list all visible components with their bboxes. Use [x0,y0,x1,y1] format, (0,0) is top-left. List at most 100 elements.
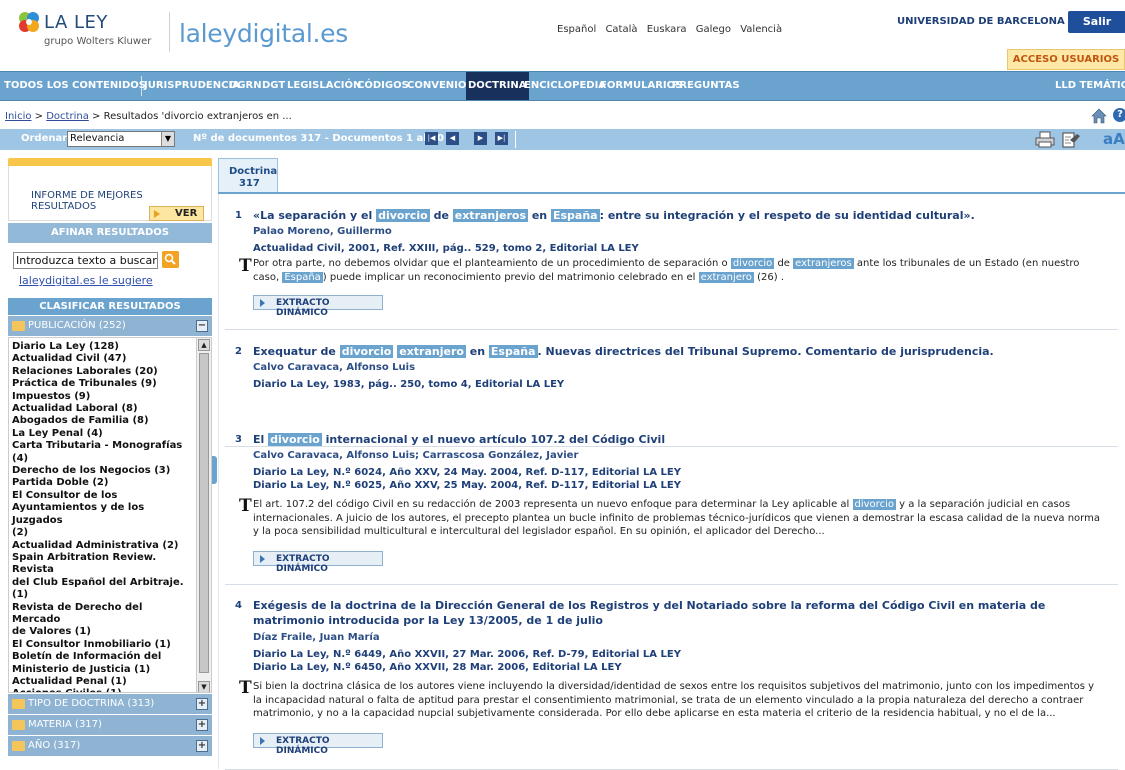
publication-item[interactable]: El Consultor Inmobiliario (1) [12,639,192,651]
result-source: Diario La Ley, N.º 6449, Año XXVII, 27 M… [253,649,681,660]
tab-doctrina[interactable]: Doctrina 317 [218,158,278,193]
logout-button[interactable]: Salir [1068,11,1125,33]
publication-item[interactable]: Actualidad Administrativa (2) [12,540,192,552]
publication-item[interactable]: Impuestos (9) [12,391,192,403]
publication-item[interactable]: Actualidad Laboral (8) [12,403,192,415]
home-icon[interactable] [1091,108,1107,124]
dynamic-extract-button[interactable]: EXTRACTO DINÁMICO [253,295,383,318]
publication-item[interactable]: Diario La Ley (128) [12,341,192,353]
nav-doctrina[interactable]: DOCTRINA [466,72,529,100]
nav-enciclopedia[interactable]: ENCICLOPEDIA [522,72,608,100]
publication-item[interactable]: (2) [12,527,192,539]
highlight-term: España [550,209,600,222]
publication-item[interactable]: Revista de Derecho del Mercado [12,602,192,627]
nav-todos[interactable]: TODOS LOS CONTENIDOS [2,72,148,100]
dynamic-extract-button[interactable]: EXTRACTO DINÁMICO [253,551,383,574]
scroll-down-icon[interactable]: ▼ [198,681,210,692]
publication-item[interactable]: Relaciones Laborales (20) [12,366,192,378]
dynamic-extract-button[interactable]: EXTRACTO DINÁMICO [253,733,383,756]
breadcrumb-sep: > [34,111,44,122]
nav-dgt[interactable]: DGT [260,72,287,100]
next-page-icon[interactable]: ▶ [474,132,487,145]
publication-item[interactable]: Actualidad Penal (1) [12,676,192,688]
sort-select[interactable]: Relevancia ▼ [67,131,175,147]
facet-publicacion[interactable]: PUBLICACIÓN (252) − [8,316,212,336]
publication-item[interactable]: Actualidad Civil (47) [12,353,192,365]
result-author[interactable]: Díaz Fraile, Juan María [253,632,380,643]
publication-scrollbar[interactable]: ▲ ▼ [196,338,211,692]
scroll-up-icon[interactable]: ▲ [198,339,210,351]
nav-dgrn[interactable]: DGRN [227,72,264,100]
text-size-icon[interactable]: aA [1103,130,1125,148]
lang-ca[interactable]: Català [605,24,637,35]
nav-convenios[interactable]: CONVENIOS [405,72,476,100]
publication-item[interactable]: Derecho de los Negocios (3) [12,465,192,477]
prev-page-icon[interactable]: ◀ [446,132,459,145]
snippet-text: ) puede implicar un reconocimiento previ… [322,271,699,283]
sidebar-collapse-handle[interactable] [212,456,217,484]
publication-item[interactable]: Boletín de Información del [12,651,192,663]
view-report-button[interactable]: VER [149,206,204,221]
expand-icon[interactable]: + [196,740,208,752]
sidebar: INFORME DE MEJORES RESULTADOS VER AFINAR… [8,158,212,769]
nav-codigos[interactable]: CÓDIGOS [355,72,411,100]
breadcrumb-doctrina[interactable]: Doctrina [46,111,89,122]
result-title[interactable]: «La separación y el divorcio de extranje… [253,208,1108,223]
publication-item[interactable]: Ayuntamientos y de los Juzgados [12,502,192,527]
refine-search-input[interactable]: Introduzca texto a buscar [13,252,158,269]
documents-info: Nº de documentos 317 - Documentos 1 al 1… [193,133,445,144]
facet-anio[interactable]: AÑO (317) + [8,736,212,756]
nav-legislacion[interactable]: LEGISLACIÓN [285,72,363,100]
collapse-icon[interactable]: − [196,320,208,332]
publication-item[interactable]: Práctica de Tribunales (9) [12,378,192,390]
breadcrumb-home[interactable]: Inicio [5,111,31,122]
publication-items: Diario La Ley (128) Actualidad Civil (47)… [12,341,192,692]
first-page-icon[interactable]: |◀ [425,132,438,145]
lang-gl[interactable]: Galego [696,24,731,35]
help-icon[interactable]: ? [1113,108,1125,122]
scroll-thumb[interactable] [199,353,209,673]
best-results-line2: RESULTADOS [31,201,97,212]
last-page-icon[interactable]: ▶| [495,132,508,145]
result-title[interactable]: Exégesis de la doctrina de la Dirección … [253,598,1108,628]
result-author[interactable]: Palao Moreno, Guillermo [253,226,392,237]
lang-es[interactable]: Español [557,24,596,35]
publication-item[interactable]: La Ley Penal (4) [12,428,192,440]
facet-materia[interactable]: MATERIA (317) + [8,715,212,735]
publication-item[interactable]: del Club Español del Arbitraje. (1) [12,577,192,602]
expand-icon[interactable]: + [196,719,208,731]
facet-tipo-label: TIPO DE DOCTRINA (313) [28,698,155,709]
publication-item[interactable]: El Consultor de los [12,490,192,502]
publication-item[interactable]: Abogados de Familia (8) [12,415,192,427]
publication-item[interactable]: de Valores (1) [12,626,192,638]
nav-preguntas[interactable]: PREGUNTAS [670,72,742,100]
publication-item[interactable]: Partida Doble (2) [12,477,192,489]
play-icon [154,210,160,218]
la-ley-logo[interactable]: LA LEY grupo Wolters Kluwer [18,9,151,51]
publication-item[interactable]: Spain Arbitration Review. Revista [12,552,192,577]
result-author[interactable]: Calvo Caravaca, Alfonso Luis [253,362,415,373]
document-hand-icon[interactable] [1061,131,1083,148]
result-title[interactable]: El divorcio internacional y el nuevo art… [253,432,1108,447]
lang-eu[interactable]: Euskara [647,24,687,35]
result-number: 2 [235,346,242,357]
result-title[interactable]: Exequatur de divorcio extranjero en Espa… [253,344,1108,359]
suggest-link[interactable]: laleydigital.es le sugiere [19,274,153,287]
lang-va[interactable]: Valencià [740,24,782,35]
language-selector: Español Català Euskara Galego Valencià [557,24,788,35]
title-text: en [528,209,551,222]
publication-item[interactable]: Carta Tributaria - Monografías (4) [12,440,192,465]
publication-item[interactable]: Ministerio de Justicia (1) [12,664,192,676]
result-author[interactable]: Calvo Caravaca, Alfonso Luis; Carrascosa… [253,450,578,461]
logo-subtitle: grupo Wolters Kluwer [44,36,152,47]
nav-lld-tematica[interactable]: LLD TEMÁTICA [1053,72,1125,100]
expand-icon[interactable]: + [196,698,208,710]
publication-item[interactable]: Acciones Civiles (1) [12,688,192,692]
publication-list: Diario La Ley (128) Actualidad Civil (47)… [8,337,212,693]
facet-tipo-doctrina[interactable]: TIPO DE DOCTRINA (313) + [8,694,212,714]
print-icon[interactable] [1035,131,1055,148]
title-text: Exequatur de [253,345,340,358]
brand-name[interactable]: laleydigital.es [179,19,348,48]
user-access-button[interactable]: ACCESO USUARIOS [1007,49,1125,70]
search-icon[interactable] [162,251,179,268]
